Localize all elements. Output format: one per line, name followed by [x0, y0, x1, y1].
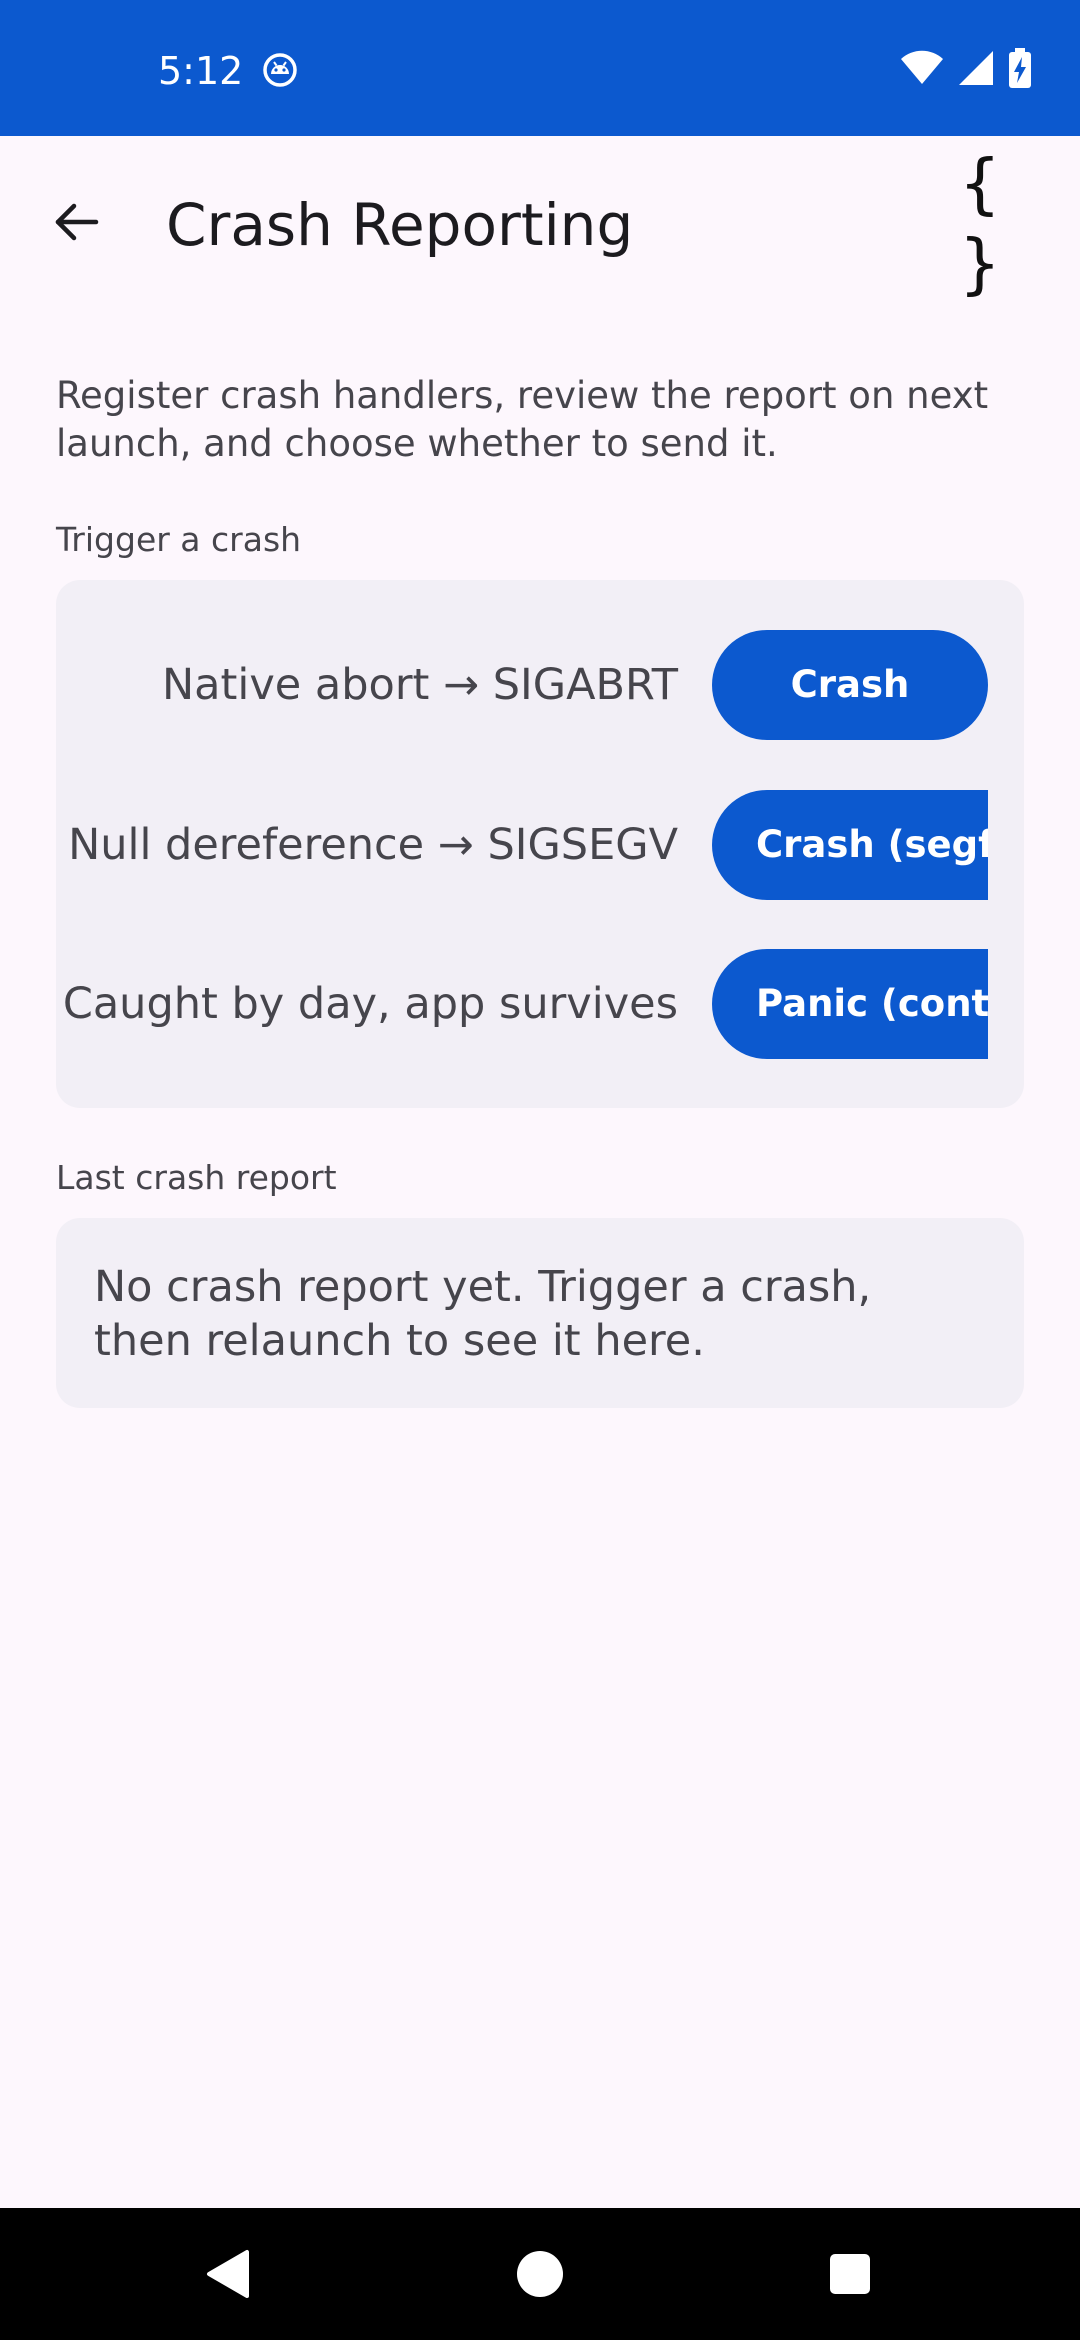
crash-button-container: Crash	[712, 630, 988, 740]
crash-report-card: No crash report yet. Trigger a crash, th…	[56, 1218, 1024, 1408]
crash-row-label: Native abort → SIGABRT	[162, 660, 678, 710]
crash-row-null-dereference: Null dereference → SIGSEGV Crash (segfau…	[56, 790, 1024, 900]
crash-row-label: Caught by day, app survives	[62, 979, 678, 1029]
arrow-back-icon	[52, 198, 100, 250]
page-title: Crash Reporting	[166, 191, 634, 259]
crash-button-container: Crash (segfault)	[712, 790, 988, 900]
back-button[interactable]	[36, 184, 116, 264]
crash-button-container: Panic (contained)	[712, 949, 988, 1059]
status-icons	[900, 48, 1032, 92]
android-robot-icon	[262, 52, 298, 88]
crash-row-caught-panic: Caught by day, app survives Panic (conta…	[56, 949, 1024, 1059]
trigger-crash-card: Native abort → SIGABRT Crash Null derefe…	[56, 580, 1024, 1108]
trigger-section-label: Trigger a crash	[56, 520, 302, 559]
wifi-icon	[900, 50, 944, 90]
nav-home-icon[interactable]	[500, 2234, 580, 2314]
signal-icon	[958, 50, 994, 90]
status-time: 5:12	[158, 49, 244, 93]
crash-button[interactable]: Crash	[712, 630, 988, 740]
page-description: Register crash handlers, review the repo…	[56, 374, 989, 465]
crash-segfault-button[interactable]: Crash (segfault)	[712, 790, 988, 900]
crash-report-text: No crash report yet. Trigger a crash, th…	[94, 1262, 872, 1366]
status-bar: 5:12	[0, 0, 1080, 136]
nav-recents-icon[interactable]	[810, 2234, 890, 2314]
panic-contained-button[interactable]: Panic (contained)	[712, 949, 988, 1059]
battery-charging-icon	[1008, 48, 1032, 92]
crash-row-label: Null dereference → SIGSEGV	[68, 820, 678, 870]
system-nav-bar	[0, 2208, 1080, 2340]
report-section-label: Last crash report	[56, 1158, 337, 1197]
nav-back-icon[interactable]	[188, 2234, 268, 2314]
crash-row-native-abort: Native abort → SIGABRT Crash	[56, 630, 1024, 740]
curly-braces-icon[interactable]: { }	[960, 145, 1050, 302]
app-bar: Crash Reporting { }	[0, 136, 1080, 312]
